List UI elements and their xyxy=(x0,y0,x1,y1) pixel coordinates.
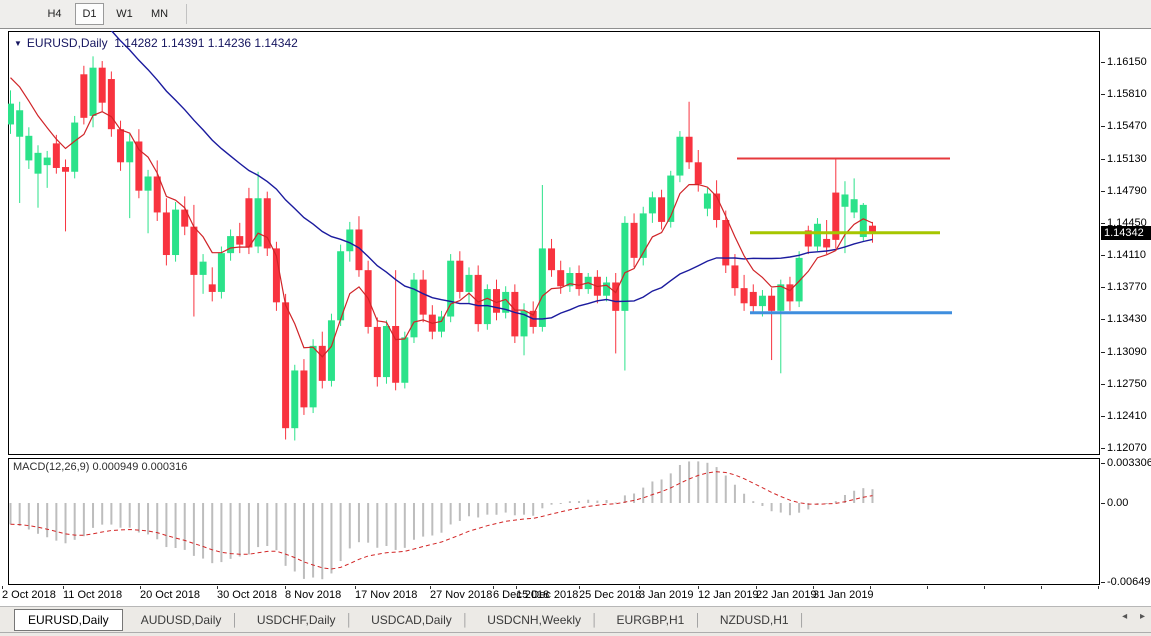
date-axis-label: 17 Nov 2018 xyxy=(355,589,417,601)
date-axis-label: 15 Dec 2018 xyxy=(516,589,578,601)
date-axis-label: 2 Oct 2018 xyxy=(2,589,56,601)
tab-usdcnh-weekly[interactable]: USDCNH,Weekly xyxy=(477,613,591,627)
price-axis-tick xyxy=(1101,319,1105,320)
price-axis-tick xyxy=(1101,255,1105,256)
toolbar-separator xyxy=(186,4,187,24)
macd-axis-tick xyxy=(1101,503,1105,504)
tab-separator: │ xyxy=(694,613,702,627)
timeframe-toolbar: H4 D1 W1 MN xyxy=(0,0,1151,29)
price-axis-tick xyxy=(1101,159,1105,160)
date-axis-label: 11 Oct 2018 xyxy=(63,589,122,601)
mt4-window: H4 D1 W1 MN ▼ EURUSD,Daily 1.14282 1.14391 1… xyxy=(0,0,1151,636)
date-axis-label: 27 Nov 2018 xyxy=(430,589,492,601)
macd-main-value: 0.000949 xyxy=(92,461,138,473)
price-axis-label: 1.14110 xyxy=(1107,249,1146,261)
macd-border xyxy=(9,459,1100,585)
tab-eurusd-daily[interactable]: EURUSD,Daily xyxy=(14,609,123,631)
macd-axis-tick xyxy=(1101,463,1105,464)
tab-eurgbp-h1[interactable]: EURGBP,H1 xyxy=(607,613,695,627)
timeframe-button-w1[interactable]: W1 xyxy=(110,3,139,25)
price-axis-label: 1.14790 xyxy=(1107,185,1147,197)
date-axis-label: 20 Oct 2018 xyxy=(140,589,200,601)
tab-scroll-arrows: ◂ ▸ xyxy=(1112,611,1145,622)
macd-axis-label: -0.00649 xyxy=(1107,576,1150,588)
date-axis-tick xyxy=(984,586,985,589)
tab-usdcad-daily[interactable]: USDCAD,Daily xyxy=(361,613,462,627)
date-axis-tick xyxy=(870,586,871,589)
macd-panel[interactable] xyxy=(8,458,1100,585)
price-axis-tick xyxy=(1101,62,1105,63)
date-axis-tick xyxy=(1098,586,1099,589)
price-axis-tick xyxy=(1101,287,1105,288)
tab-separator: │ xyxy=(346,613,354,627)
date-axis-tick xyxy=(927,586,928,589)
price-axis-label: 1.12410 xyxy=(1107,410,1147,422)
timeframe-button-d1[interactable]: D1 xyxy=(75,3,104,25)
date-axis-label: 30 Oct 2018 xyxy=(217,589,277,601)
date-axis-label: 12 Jan 2019 xyxy=(698,589,759,601)
price-axis-tick xyxy=(1101,416,1105,417)
macd-label: MACD(12,26,9) xyxy=(13,461,89,473)
tab-separator: │ xyxy=(799,613,807,627)
toolbar-spacer xyxy=(0,0,40,28)
date-axis-label: 25 Dec 2018 xyxy=(579,589,641,601)
tab-usdchf-daily[interactable]: USDCHF,Daily xyxy=(247,613,346,627)
price-axis-tick xyxy=(1101,352,1105,353)
date-axis-label: 22 Jan 2019 xyxy=(756,589,817,601)
price-axis-label: 1.16150 xyxy=(1107,56,1147,68)
macd-axis-label: 0.00 xyxy=(1107,497,1128,509)
price-chart[interactable] xyxy=(8,31,1100,455)
timeframe-buttons: H4 D1 W1 MN xyxy=(40,3,180,25)
macd-axis-tick xyxy=(1101,582,1105,583)
tab-separator: │ xyxy=(591,613,599,627)
price-axis-label: 1.15130 xyxy=(1107,153,1147,165)
tab-audusd-daily[interactable]: AUDUSD,Daily xyxy=(131,613,232,627)
price-axis-label: 1.15810 xyxy=(1107,88,1147,100)
timeframe-button-h4[interactable]: H4 xyxy=(40,3,69,25)
price-axis-tick xyxy=(1101,448,1105,449)
price-axis-tick xyxy=(1101,223,1105,224)
chart-tab-bar: EURUSD,DailyAUDUSD,Daily│USDCHF,Daily│US… xyxy=(0,606,1151,632)
tab-separator: │ xyxy=(231,613,239,627)
price-axis-label: 1.12070 xyxy=(1107,442,1147,454)
tab-nzdusd-h1[interactable]: NZDUSD,H1 xyxy=(710,613,799,627)
current-price-tag: 1.14342 xyxy=(1101,226,1151,240)
macd-title: MACD(12,26,9) 0.000949 0.000316 xyxy=(13,461,187,473)
price-axis-tick xyxy=(1101,191,1105,192)
price-axis-label: 1.13090 xyxy=(1107,346,1147,358)
macd-signal-value: 0.000316 xyxy=(141,461,187,473)
date-axis-label: 8 Nov 2018 xyxy=(285,589,341,601)
symbol-dropdown-icon[interactable]: ▼ xyxy=(14,39,22,48)
price-axis-label: 1.12750 xyxy=(1107,378,1147,390)
tab-separator: │ xyxy=(462,613,470,627)
price-axis-label: 1.13430 xyxy=(1107,313,1147,325)
macd-axis-label: 0.003306 xyxy=(1107,457,1151,469)
date-axis-label: 3 Jan 2019 xyxy=(639,589,693,601)
tab-scroll-right-icon[interactable]: ▸ xyxy=(1140,611,1145,622)
date-axis-label: 31 Jan 2019 xyxy=(813,589,874,601)
chart-symbol-label: EURUSD,Daily xyxy=(27,36,108,50)
date-axis-tick xyxy=(1041,586,1042,589)
price-axis-tick xyxy=(1101,94,1105,95)
price-axis-tick xyxy=(1101,126,1105,127)
chart-title: ▼ EURUSD,Daily 1.14282 1.14391 1.14236 1.… xyxy=(14,36,298,50)
timeframe-button-mn[interactable]: MN xyxy=(145,3,174,25)
price-axis-tick xyxy=(1101,384,1105,385)
chart-ohlc-values: 1.14282 1.14391 1.14236 1.14342 xyxy=(114,36,298,50)
price-axis-label: 1.15470 xyxy=(1107,120,1147,132)
price-axis-label: 1.13770 xyxy=(1107,281,1147,293)
tab-scroll-left-icon[interactable]: ◂ xyxy=(1122,611,1127,622)
statusbar-strip xyxy=(0,632,1151,636)
